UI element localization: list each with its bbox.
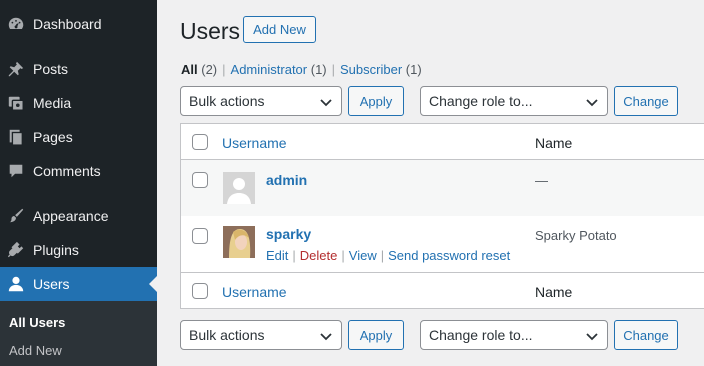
page-title: Users bbox=[180, 18, 241, 44]
chevron-down-icon bbox=[586, 333, 598, 341]
default-avatar-icon bbox=[227, 178, 251, 204]
change-role-value: Change role to... bbox=[429, 93, 533, 109]
menu-label-comments: Comments bbox=[33, 163, 101, 179]
menu-label-users: Users bbox=[33, 276, 70, 292]
menu-item-comments[interactable]: Comments bbox=[0, 154, 157, 188]
table-footer-row: Username Name bbox=[181, 273, 704, 309]
menu-item-users[interactable]: Users bbox=[0, 267, 157, 301]
bulk-actions-select-top[interactable]: Bulk actions bbox=[180, 86, 342, 116]
chevron-down-icon bbox=[586, 99, 598, 107]
users-submenu: All Users Add New bbox=[0, 301, 157, 366]
menu-label-media: Media bbox=[33, 95, 72, 111]
view-user-link[interactable]: View bbox=[349, 248, 377, 263]
menu-label-dashboard: Dashboard bbox=[33, 16, 102, 32]
menu-item-media[interactable]: Media bbox=[0, 86, 157, 120]
bulk-actions-value: Bulk actions bbox=[189, 327, 265, 343]
view-administrator-label: Administrator bbox=[230, 62, 308, 77]
change-role-value: Change role to... bbox=[429, 327, 533, 343]
submenu-add-new[interactable]: Add New bbox=[9, 343, 62, 358]
admin-sidebar: Dashboard Posts Media Pages Comments App… bbox=[0, 0, 157, 366]
bulk-actions-select-bottom[interactable]: Bulk actions bbox=[180, 320, 342, 350]
select-all-checkbox-footer[interactable] bbox=[192, 283, 208, 299]
view-all-count: (2) bbox=[201, 62, 218, 77]
plugin-icon bbox=[6, 240, 26, 260]
views-separator: | bbox=[222, 62, 226, 77]
add-new-user-button[interactable]: Add New bbox=[243, 16, 316, 43]
apply-button-top[interactable]: Apply bbox=[348, 86, 404, 116]
column-name-header: Name bbox=[535, 135, 573, 151]
row-actions: Edit | Delete | View | Send password reset bbox=[266, 248, 511, 263]
change-role-button-bottom[interactable]: Change bbox=[614, 320, 678, 350]
dashboard-icon bbox=[6, 14, 26, 34]
menu-item-plugins[interactable]: Plugins bbox=[0, 233, 157, 267]
username-link[interactable]: admin bbox=[266, 172, 307, 188]
pin-icon bbox=[6, 59, 26, 79]
view-subscriber-link[interactable]: Subscriber bbox=[340, 62, 402, 77]
apply-button-bottom[interactable]: Apply bbox=[348, 320, 404, 350]
avatar bbox=[223, 226, 255, 258]
name-cell: Sparky Potato bbox=[535, 228, 617, 243]
view-all-link[interactable]: All (2) bbox=[181, 62, 217, 77]
username-link[interactable]: sparky bbox=[266, 226, 311, 242]
table-header-row: Username Name bbox=[181, 124, 704, 160]
user-role-filter: All (2) | Administrator (1) | Subscriber (1) bbox=[181, 62, 422, 77]
menu-item-pages[interactable]: Pages bbox=[0, 120, 157, 154]
menu-label-plugins: Plugins bbox=[33, 242, 79, 258]
change-role-button-top[interactable]: Change bbox=[614, 86, 678, 116]
table-row: sparky Sparky Potato Edit | Delete | View | Se… bbox=[181, 216, 704, 273]
views-separator: | bbox=[331, 62, 336, 77]
select-all-checkbox[interactable] bbox=[192, 134, 208, 150]
submenu-all-users[interactable]: All Users bbox=[9, 315, 65, 330]
row-checkbox[interactable] bbox=[192, 228, 208, 244]
menu-label-posts: Posts bbox=[33, 61, 69, 77]
menu-label-appearance: Appearance bbox=[33, 208, 109, 224]
delete-user-link[interactable]: Delete bbox=[300, 248, 338, 263]
edit-user-link[interactable]: Edit bbox=[266, 248, 288, 263]
change-role-select-top[interactable]: Change role to... bbox=[420, 86, 608, 116]
change-role-select-bottom[interactable]: Change role to... bbox=[420, 320, 608, 350]
avatar bbox=[223, 172, 255, 204]
menu-label-pages: Pages bbox=[33, 129, 73, 145]
column-username-sort-footer[interactable]: Username bbox=[222, 284, 287, 300]
column-username-sort[interactable]: Username bbox=[222, 135, 287, 151]
menu-item-appearance[interactable]: Appearance bbox=[0, 199, 157, 233]
user-icon bbox=[6, 274, 26, 294]
chevron-down-icon bbox=[320, 333, 332, 341]
table-row: admin — bbox=[181, 160, 704, 216]
column-name-footer: Name bbox=[535, 284, 573, 300]
menu-item-dashboard[interactable]: Dashboard bbox=[0, 7, 157, 41]
menu-item-posts[interactable]: Posts bbox=[0, 52, 157, 86]
comment-icon bbox=[6, 161, 26, 181]
view-administrator-count: (1) bbox=[310, 62, 327, 77]
name-cell: — bbox=[535, 173, 548, 188]
paintbrush-icon bbox=[6, 206, 26, 226]
view-all-label: All bbox=[181, 62, 198, 77]
bulk-actions-value: Bulk actions bbox=[189, 93, 265, 109]
users-table: Username Name admin — sparky Sparky Pota… bbox=[180, 123, 704, 309]
pages-icon bbox=[6, 127, 26, 147]
chevron-down-icon bbox=[320, 99, 332, 107]
view-subscriber-label: Subscriber bbox=[340, 62, 403, 77]
send-password-reset-link[interactable]: Send password reset bbox=[388, 248, 510, 263]
view-subscriber-count: (1) bbox=[405, 62, 422, 77]
row-checkbox[interactable] bbox=[192, 172, 208, 188]
view-administrator-link[interactable]: Administrator bbox=[231, 62, 308, 77]
user-photo-avatar bbox=[223, 226, 255, 258]
media-icon bbox=[6, 93, 26, 113]
